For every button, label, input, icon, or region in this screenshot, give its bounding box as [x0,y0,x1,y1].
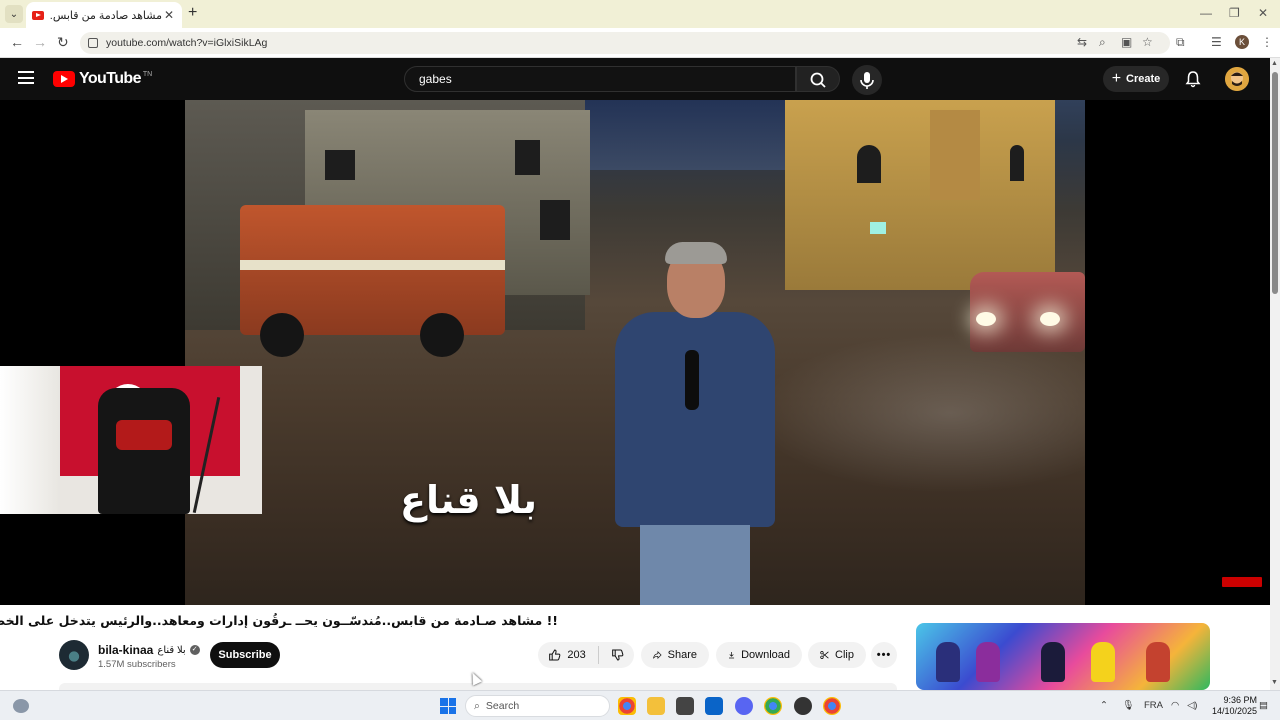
menu-icon[interactable] [18,71,34,84]
store-icon[interactable] [676,697,694,715]
zoom-icon[interactable]: ⌕ [1099,35,1106,50]
search-input[interactable]: gabes [404,66,796,92]
url-input[interactable]: youtube.com/watch?v=iGlxiSikLAg [80,32,1170,54]
download-icon [729,651,735,659]
youtube-favicon-icon [32,10,44,20]
tab-title: مشاهد صادمة من قابس.. [50,9,162,22]
chrome-app-icon[interactable] [618,697,636,715]
more-dots-icon: ••• [876,649,892,661]
video-fire-truck [240,205,505,357]
video-building-right [785,100,1055,290]
maximize-icon[interactable]: ❐ [1229,6,1240,20]
description-box[interactable] [59,683,897,690]
sidebar-ad-thumbnail[interactable] [916,623,1210,690]
tab-close-icon[interactable]: ✕ [162,8,176,22]
translate-icon[interactable]: ⇆ [1077,35,1087,49]
share-button[interactable]: Share [641,642,709,668]
windows-start-icon[interactable] [440,698,456,714]
reload-icon[interactable]: ↻ [57,34,69,51]
volume-icon[interactable]: ◁) [1187,700,1197,711]
youtube-header: YouTube TN gabes + Create [0,58,1270,100]
download-button[interactable]: Download [716,642,802,668]
taskbar-search-icon: ⌕ [474,699,480,712]
video-sky [585,100,785,170]
youtube-logo[interactable]: YouTube TN [53,70,152,88]
forward-arrow-icon[interactable]: → [33,34,47,50]
widgets-icon[interactable] [13,699,29,713]
video-caption: بلا قناع [400,478,537,522]
plus-icon: + [1111,70,1122,87]
subscriber-count: 1.57M subscribers [98,659,176,670]
taskbar-search-input[interactable]: ⌕ Search [465,695,610,717]
bookmark-star-icon[interactable]: ☆ [1142,35,1153,49]
more-actions-button[interactable]: ••• [871,642,897,668]
browser-menu-icon[interactable]: ⋮ [1261,35,1273,49]
back-arrow-icon[interactable]: ← [10,34,24,50]
scroll-down-icon[interactable]: ▼ [1271,679,1278,686]
verified-check-icon: ✓ [189,645,200,655]
tray-expand-icon[interactable]: ⌃ [1100,700,1108,711]
windows-taskbar: ⌕ Search ⌃ 🎙 FRA ◠ ◁) 9:36 PM 14/10/2025… [0,690,1280,720]
extensions-icon[interactable]: ⧉ [1176,35,1185,50]
minimize-icon[interactable]: — [1200,6,1212,20]
dislike-thumb-icon[interactable] [611,647,624,663]
tray-mic-icon[interactable]: 🎙 [1122,700,1134,711]
like-thumb-icon[interactable] [548,647,561,663]
notifications-bell-icon[interactable] [1184,70,1202,88]
watermark-badge [1222,577,1262,587]
youtube-play-icon [53,71,75,87]
page-scrollbar[interactable]: ▲ ▼ [1270,58,1280,690]
reading-list-icon[interactable]: ☰ [1211,35,1222,49]
tab-search-button[interactable]: ⌄ [5,5,23,23]
webcam-overlay [0,366,262,514]
profile-avatar[interactable]: K [1235,35,1249,49]
like-dislike-group: 203 [538,642,634,668]
video-frame[interactable] [185,100,1085,605]
channel-avatar[interactable] [59,640,89,670]
outlook-icon[interactable] [705,697,723,715]
new-tab-button[interactable]: + [188,4,197,22]
url-text: youtube.com/watch?v=iGlxiSikLAg [106,37,268,49]
account-avatar[interactable] [1225,67,1249,91]
discord-icon[interactable] [735,697,753,715]
scrollbar-thumb[interactable] [1272,72,1278,294]
microphone-icon [860,72,874,89]
notification-center-icon[interactable]: ▤ [1259,700,1268,711]
like-count: 203 [567,649,586,661]
video-title: !! مشاهد صـادمة من قابس..مُندسّــون يحــ… [0,613,558,628]
video-car [970,272,1085,352]
voice-search-button[interactable] [852,65,882,95]
scissors-icon [820,651,829,659]
avatar-face-icon [1225,67,1249,91]
wifi-icon[interactable]: ◠ [1171,700,1179,711]
search-icon [810,72,826,88]
scroll-up-icon[interactable]: ▲ [1271,60,1278,67]
site-info-icon[interactable] [88,38,98,48]
search-button[interactable] [796,66,840,92]
browser-tab-strip: ⌄ مشاهد صادمة من قابس.. ✕ + — ❐ ✕ [0,0,1280,28]
share-icon [653,650,662,660]
language-indicator[interactable]: FRA [1144,700,1163,711]
browser-tab-active[interactable]: مشاهد صادمة من قابس.. ✕ [26,2,182,28]
install-app-icon[interactable]: ▣ [1121,35,1132,49]
file-explorer-icon[interactable] [647,697,665,715]
subscribe-button[interactable]: Subscribe [210,642,280,668]
clip-button[interactable]: Clip [808,642,866,668]
chrome-profile-icon[interactable] [823,697,841,715]
address-bar-row: ← → ↻ youtube.com/watch?v=iGlxiSikLAg ⇆ … [0,28,1280,58]
channel-name[interactable]: bila-kinaa بلا قناع ✓ [98,643,200,657]
create-button[interactable]: + Create [1103,66,1169,92]
chatgpt-icon[interactable] [794,697,812,715]
chrome-active-icon[interactable] [764,697,782,715]
video-reporter [605,240,790,605]
close-window-icon[interactable]: ✕ [1258,6,1268,20]
taskbar-clock[interactable]: 9:36 PM 14/10/2025 [1203,695,1257,717]
